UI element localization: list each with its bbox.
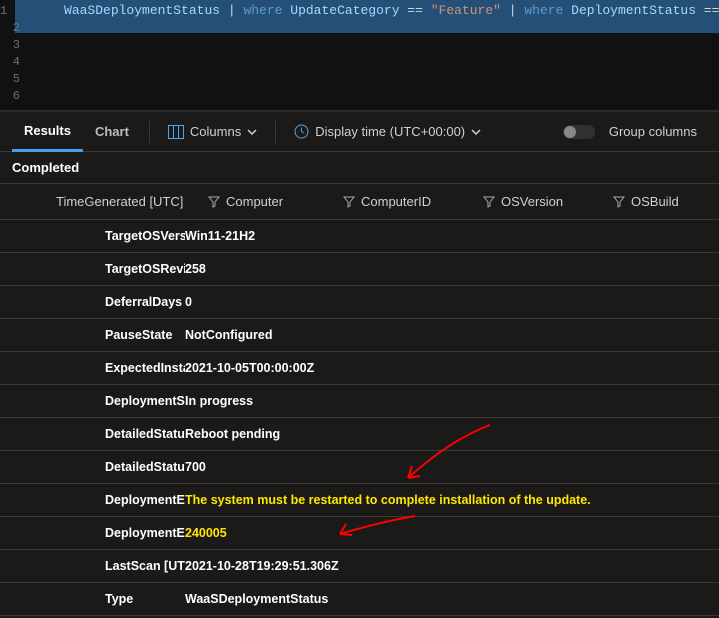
detail-key: DeploymentErrorCode xyxy=(0,526,185,540)
detail-row: ExpectedInstallDate [UTC]2021-10-05T00:0… xyxy=(0,352,719,385)
detail-value[interactable]: 700 xyxy=(185,460,719,474)
detail-value[interactable]: 240005 xyxy=(185,526,719,540)
detail-row: PauseStateNotConfigured xyxy=(0,319,719,352)
column-header-osversion[interactable]: OSVersion xyxy=(475,194,605,209)
tab-chart[interactable]: Chart xyxy=(83,112,141,152)
detail-value[interactable]: The system must be restarted to complete… xyxy=(185,493,719,507)
column-header-timegenerated[interactable]: TimeGenerated [UTC] xyxy=(40,194,200,209)
detail-row: TypeWaaSDeploymentStatus xyxy=(0,583,719,616)
divider xyxy=(149,121,150,143)
line-number: 4 xyxy=(0,55,28,69)
detail-key: Type xyxy=(0,592,185,606)
toggle-switch-icon xyxy=(563,125,595,139)
detail-key: DeferralDays xyxy=(0,295,185,309)
divider xyxy=(275,121,276,143)
detail-value[interactable]: NotConfigured xyxy=(185,328,719,342)
query-text: WaaSDeploymentStatus | where UpdateCateg… xyxy=(15,0,719,33)
clock-icon xyxy=(294,124,309,139)
detail-key: DeploymentError xyxy=(0,493,185,507)
query-editor[interactable]: 1 WaaSDeploymentStatus | where UpdateCat… xyxy=(0,0,719,112)
tab-results[interactable]: Results xyxy=(12,112,83,152)
detail-row: DetailedStatusLevel700 xyxy=(0,451,719,484)
line-number: 5 xyxy=(0,72,28,86)
detail-value[interactable]: 258 xyxy=(185,262,719,276)
detail-row: DetailedStatusReboot pending xyxy=(0,418,719,451)
columns-button[interactable]: Columns xyxy=(158,112,267,152)
detail-value[interactable]: 0 xyxy=(185,295,719,309)
detail-key: DetailedStatusLevel xyxy=(0,460,185,474)
filter-icon xyxy=(613,196,625,208)
chevron-down-icon xyxy=(247,129,257,135)
detail-value[interactable]: Reboot pending xyxy=(185,427,719,441)
filter-icon xyxy=(343,196,355,208)
detail-row: TargetOSVersionWin11-21H2 xyxy=(0,220,719,253)
detail-key: DetailedStatus xyxy=(0,427,185,441)
detail-row: TargetOSRevision258 xyxy=(0,253,719,286)
line-number: 1 xyxy=(0,4,15,18)
display-time-label: Display time (UTC+00:00) xyxy=(315,124,465,139)
detail-row: DeferralDays0 xyxy=(0,286,719,319)
detail-key: PauseState xyxy=(0,328,185,342)
detail-value[interactable]: Win11-21H2 xyxy=(185,229,719,243)
columns-icon xyxy=(168,125,184,139)
results-toolbar: Results Chart Columns Display time (UTC+… xyxy=(0,112,719,152)
chevron-down-icon xyxy=(471,129,481,135)
results-table-header: TimeGenerated [UTC] Computer ComputerID … xyxy=(0,184,719,220)
group-header[interactable]: Completed xyxy=(0,152,719,184)
line-number: 2 xyxy=(0,21,28,35)
filter-icon xyxy=(208,196,220,208)
line-number: 6 xyxy=(0,89,28,103)
detail-key: LastScan [UTC] xyxy=(0,559,185,573)
group-columns-toggle[interactable]: Group columns xyxy=(553,112,707,152)
columns-label: Columns xyxy=(190,124,241,139)
detail-value[interactable]: In progress xyxy=(185,394,719,408)
expanded-record: TargetOSVersionWin11-21H2 TargetOSRevisi… xyxy=(0,220,719,616)
detail-key: ExpectedInstallDate [UTC] xyxy=(0,361,185,375)
column-header-computerid[interactable]: ComputerID xyxy=(335,194,475,209)
detail-row: DeploymentErrorCode240005 xyxy=(0,517,719,550)
detail-key: TargetOSVersion xyxy=(0,229,185,243)
detail-row: LastScan [UTC]2021-10-28T19:29:51.306Z xyxy=(0,550,719,583)
detail-key: TargetOSRevision xyxy=(0,262,185,276)
detail-value[interactable]: WaaSDeploymentStatus xyxy=(185,592,719,606)
detail-key: DeploymentStatus xyxy=(0,394,185,408)
display-time-button[interactable]: Display time (UTC+00:00) xyxy=(284,112,491,152)
filter-icon xyxy=(483,196,495,208)
column-header-computer[interactable]: Computer xyxy=(200,194,335,209)
detail-row: DeploymentErrorThe system must be restar… xyxy=(0,484,719,517)
detail-row: DeploymentStatusIn progress xyxy=(0,385,719,418)
column-header-osbuild[interactable]: OSBuild xyxy=(605,194,719,209)
detail-value[interactable]: 2021-10-28T19:29:51.306Z xyxy=(185,559,719,573)
detail-value[interactable]: 2021-10-05T00:00:00Z xyxy=(185,361,719,375)
line-number: 3 xyxy=(0,38,28,52)
group-columns-label: Group columns xyxy=(609,124,697,139)
